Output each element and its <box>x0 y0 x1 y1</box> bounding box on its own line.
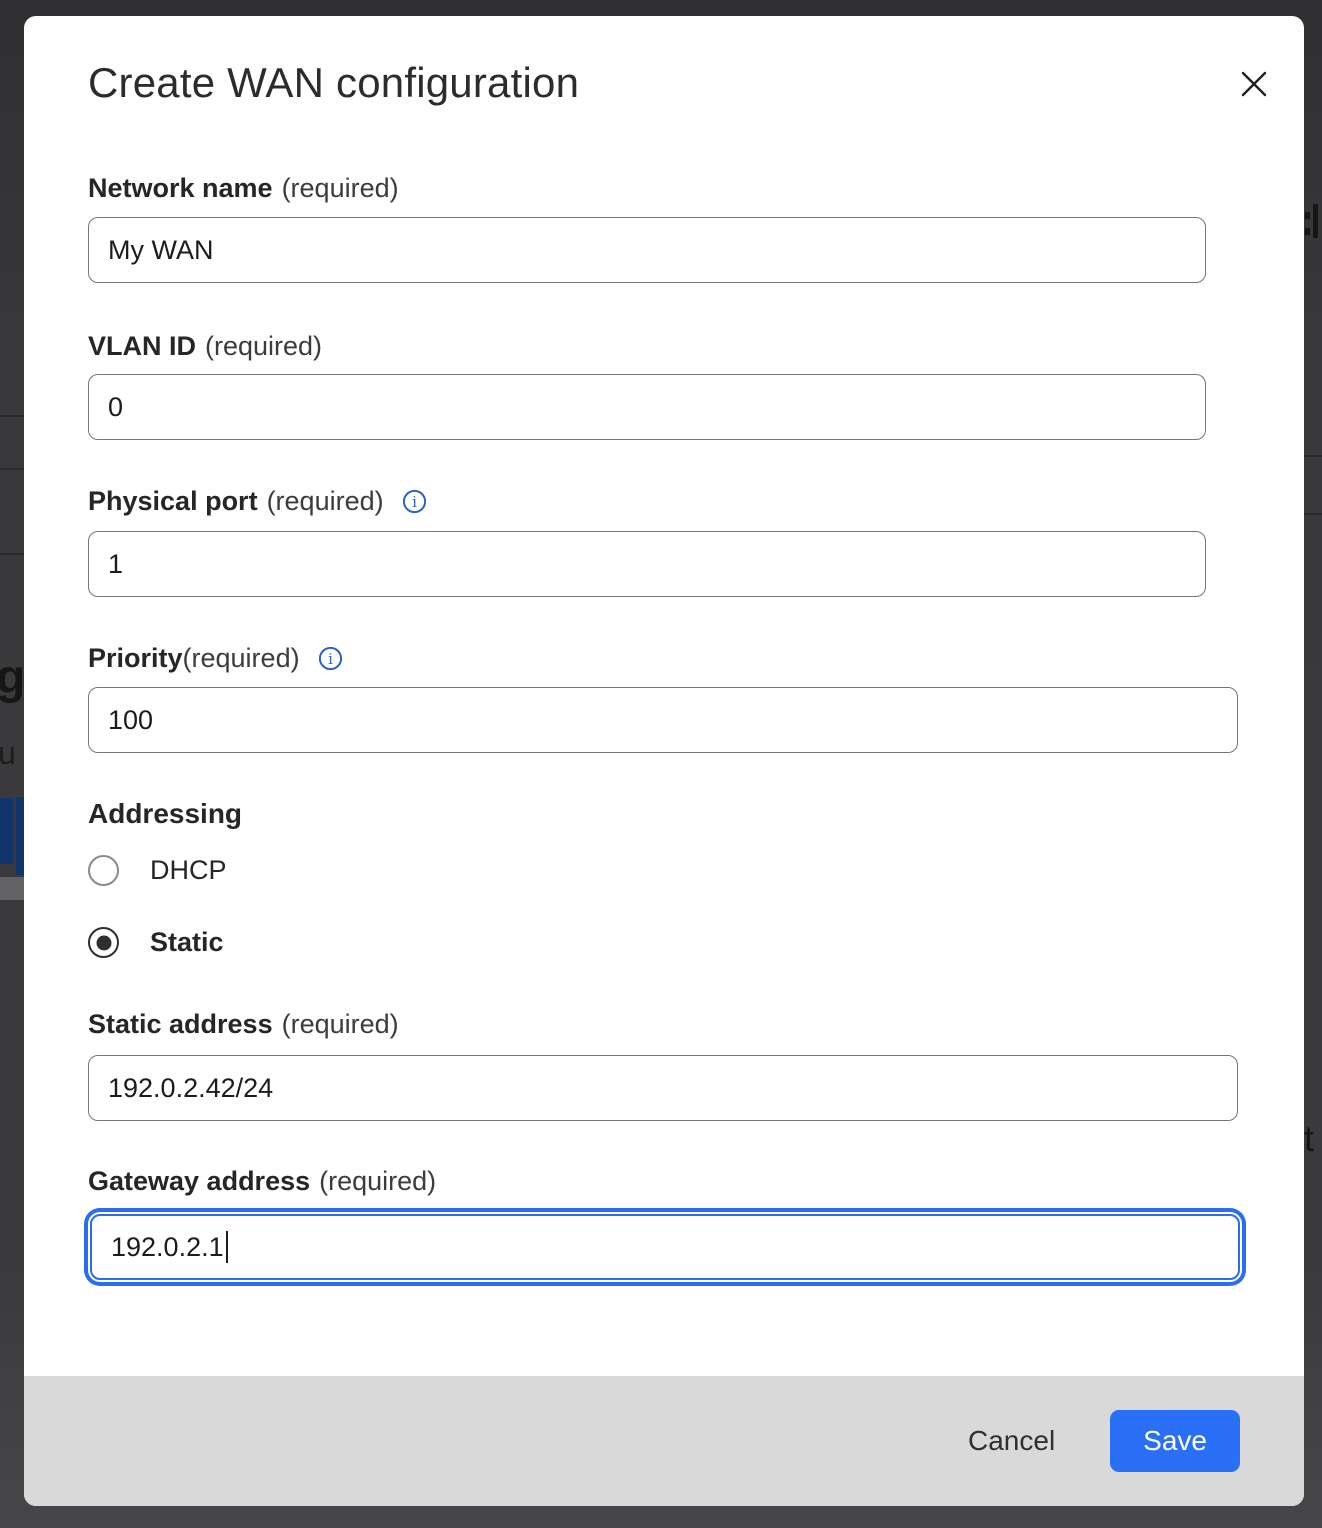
background-left-strip: g u <box>0 0 24 1528</box>
background-row-fragment <box>0 877 24 900</box>
create-wan-configuration-dialog: Create WAN configuration Network name (r… <box>24 16 1304 1506</box>
priority-input[interactable] <box>88 687 1238 753</box>
dhcp-radio-label: DHCP <box>150 855 227 886</box>
background-text-fragment: u <box>0 735 16 772</box>
physical-port-input[interactable] <box>88 531 1206 597</box>
gateway-address-value: 192.0.2.1 <box>111 1232 224 1263</box>
save-button[interactable]: Save <box>1110 1410 1240 1472</box>
background-glyph-fragment <box>1313 204 1318 238</box>
gateway-address-label: Gateway address (required) <box>88 1165 1304 1197</box>
static-address-input[interactable] <box>88 1055 1238 1121</box>
addressing-option-static[interactable]: Static <box>88 927 1304 958</box>
static-radio-button[interactable] <box>88 927 119 958</box>
background-table-line <box>0 553 24 555</box>
priority-label: Priority (required) i <box>88 642 1304 674</box>
background-table-line <box>0 415 24 417</box>
svg-text:i: i <box>412 493 417 511</box>
background-text-fragment: t <box>1304 1118 1314 1160</box>
network-name-label: Network name (required) <box>88 172 1304 204</box>
dialog-footer: Cancel Save <box>24 1376 1304 1506</box>
static-radio-label: Static <box>150 927 224 958</box>
close-button[interactable] <box>1236 66 1272 102</box>
addressing-option-dhcp[interactable]: DHCP <box>88 855 1304 886</box>
background-glyph-fragment <box>1305 212 1310 219</box>
info-icon[interactable]: i <box>402 489 427 514</box>
gateway-address-input[interactable]: 192.0.2.1 <box>90 1214 1240 1280</box>
text-cursor <box>226 1231 228 1263</box>
background-table-line <box>0 468 24 470</box>
vlan-id-label: VLAN ID (required) <box>88 330 1304 362</box>
background-table-line <box>1303 513 1322 515</box>
addressing-heading: Addressing <box>88 797 1304 831</box>
cancel-button[interactable]: Cancel <box>962 1415 1061 1467</box>
background-text-fragment: g <box>0 650 24 705</box>
background-glyph-fragment <box>1305 228 1310 235</box>
vlan-id-input[interactable] <box>88 374 1206 440</box>
close-icon <box>1240 70 1268 98</box>
physical-port-label: Physical port (required) i <box>88 485 1304 517</box>
svg-text:i: i <box>328 650 333 668</box>
dialog-title: Create WAN configuration <box>88 58 1304 108</box>
dhcp-radio-button[interactable] <box>88 855 119 886</box>
network-name-input[interactable] <box>88 217 1206 283</box>
info-icon[interactable]: i <box>318 646 343 671</box>
background-button-fragment <box>16 797 24 875</box>
background-button-fragment <box>0 798 13 864</box>
static-address-label: Static address (required) <box>88 1008 1304 1040</box>
background-table-line <box>1303 455 1322 457</box>
